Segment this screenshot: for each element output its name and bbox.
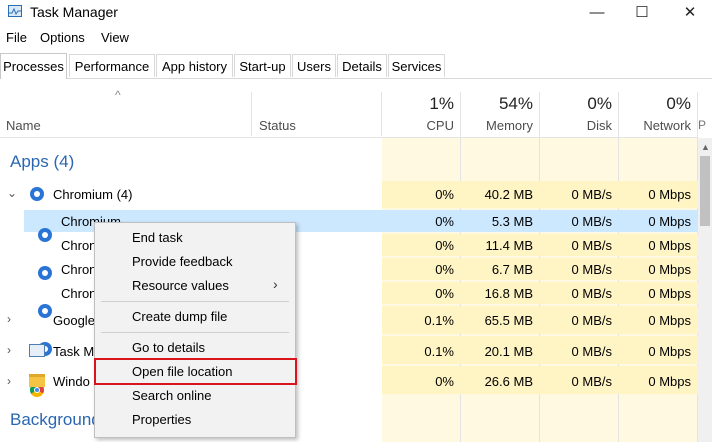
submenu-arrow-icon: › [273, 276, 278, 292]
cpu-value: 0.1% [424, 313, 454, 328]
network-value: 0 Mbps [648, 286, 691, 301]
expand-chevron-icon[interactable]: › [7, 343, 11, 357]
tab-details[interactable]: Details [337, 54, 387, 77]
cpu-value: 0% [435, 374, 454, 389]
context-menu: End task Provide feedback Resource value… [94, 222, 296, 438]
cpu-value: 0.1% [424, 344, 454, 359]
column-overflow: P [698, 118, 707, 132]
network-value: 0 Mbps [648, 238, 691, 253]
disk-percent: 0% [587, 94, 612, 113]
menu-file[interactable]: File [6, 30, 27, 45]
task-manager-icon [29, 344, 45, 357]
memory-value: 20.1 MB [484, 344, 533, 359]
tab-startup[interactable]: Start-up [234, 54, 291, 77]
window-title: Task Manager [30, 4, 118, 20]
tab-performance[interactable]: Performance [69, 54, 155, 77]
chromium-icon [38, 266, 52, 280]
network-value: 0 Mbps [648, 313, 691, 328]
process-name[interactable]: Chron [61, 286, 96, 301]
column-status[interactable]: Status [259, 118, 296, 133]
menu-resource-values[interactable]: Resource values [132, 278, 229, 293]
folder-icon [29, 374, 45, 387]
network-value: 0 Mbps [648, 344, 691, 359]
disk-value: 0 MB/s [571, 374, 612, 389]
process-name[interactable]: Chron [61, 238, 96, 253]
column-name[interactable]: Name [6, 118, 41, 133]
menu-end-task[interactable]: End task [132, 230, 183, 245]
process-name[interactable]: Windo [53, 374, 90, 389]
tab-users[interactable]: Users [292, 54, 336, 77]
group-apps: Apps (4) [10, 152, 75, 171]
memory-value: 40.2 MB [484, 187, 533, 202]
disk-value: 0 MB/s [571, 286, 612, 301]
menu-create-dump-file[interactable]: Create dump file [132, 309, 227, 324]
memory-value: 65.5 MB [484, 313, 533, 328]
cpu-value: 0% [435, 214, 454, 229]
menu-separator [101, 301, 289, 302]
process-name[interactable]: Chron [61, 262, 96, 277]
highlight-box [94, 358, 297, 385]
disk-value: 0 MB/s [571, 187, 612, 202]
network-percent: 0% [666, 94, 691, 113]
disk-value: 0 MB/s [571, 344, 612, 359]
disk-value: 0 MB/s [571, 238, 612, 253]
menu-provide-feedback[interactable]: Provide feedback [132, 254, 232, 269]
menu-properties[interactable]: Properties [132, 412, 191, 427]
menu-search-online[interactable]: Search online [132, 388, 212, 403]
expand-chevron-icon[interactable]: › [7, 374, 11, 388]
header-divider [0, 137, 697, 138]
memory-percent: 54% [498, 94, 533, 113]
minimize-icon[interactable]: — [575, 0, 619, 24]
cpu-value: 0% [435, 238, 454, 253]
disk-value: 0 MB/s [571, 262, 612, 277]
chromium-icon [38, 304, 52, 318]
sort-arrow-icon: ^ [115, 88, 121, 102]
menu-separator [101, 332, 289, 333]
memory-value: 6.7 MB [491, 262, 533, 277]
column-disk[interactable]: Disk [540, 118, 612, 133]
process-name[interactable]: Google [53, 313, 95, 328]
close-icon[interactable]: ✕ [668, 0, 712, 24]
column-network[interactable]: Network [619, 118, 691, 133]
memory-value: 26.6 MB [484, 374, 533, 389]
expand-chevron-icon[interactable]: › [7, 312, 11, 326]
cpu-value: 0% [435, 286, 454, 301]
column-memory[interactable]: Memory [461, 118, 533, 133]
chromium-icon [38, 228, 52, 242]
memory-value: 16.8 MB [484, 286, 533, 301]
tab-app-history[interactable]: App history [156, 54, 233, 77]
disk-value: 0 MB/s [571, 214, 612, 229]
process-name[interactable]: Chromium (4) [53, 187, 132, 202]
vertical-scrollbar[interactable]: ▲ [698, 138, 712, 442]
maximize-icon[interactable]: ☐ [620, 0, 664, 24]
scroll-up-icon[interactable]: ▲ [701, 142, 710, 152]
title-bar: Task Manager — ☐ ✕ [0, 0, 712, 24]
column-divider [251, 92, 252, 136]
menu-go-to-details[interactable]: Go to details [132, 340, 205, 355]
task-manager-app-icon [8, 5, 22, 17]
network-value: 0 Mbps [648, 262, 691, 277]
cpu-value: 0% [435, 187, 454, 202]
menu-options[interactable]: Options [40, 30, 85, 45]
scrollbar-thumb[interactable] [700, 156, 710, 226]
column-cpu[interactable]: CPU [382, 118, 454, 133]
network-value: 0 Mbps [648, 374, 691, 389]
tab-services[interactable]: Services [388, 54, 445, 77]
cpu-percent: 1% [429, 94, 454, 113]
group-background: Background [10, 410, 101, 429]
network-value: 0 Mbps [648, 214, 691, 229]
menu-view[interactable]: View [101, 30, 129, 45]
tab-strip: Processes Performance App history Start-… [0, 53, 712, 79]
cpu-value: 0% [435, 262, 454, 277]
disk-value: 0 MB/s [571, 313, 612, 328]
collapse-chevron-icon[interactable]: ⌄ [7, 186, 17, 200]
tab-processes[interactable]: Processes [0, 53, 67, 79]
memory-value: 5.3 MB [491, 214, 533, 229]
memory-value: 11.4 MB [485, 238, 533, 253]
network-value: 0 Mbps [648, 187, 691, 202]
chromium-icon [30, 187, 44, 201]
